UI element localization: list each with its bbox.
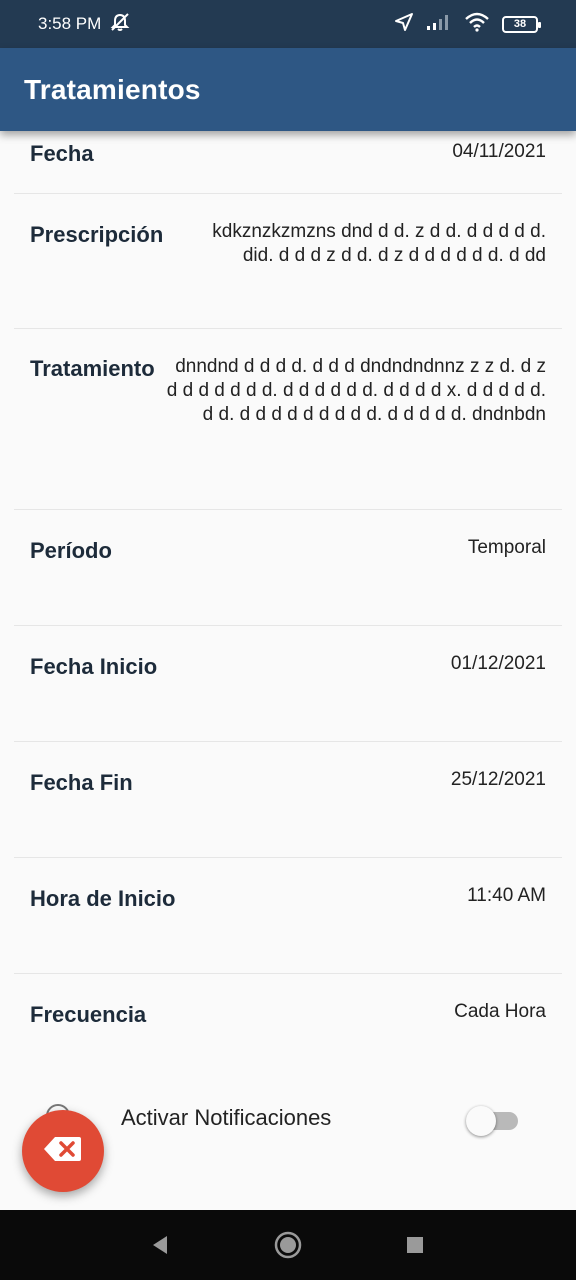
recents-icon[interactable]: [400, 1230, 430, 1260]
fecha-label: Fecha: [30, 141, 94, 166]
detail-row-hora-inicio: Hora de Inicio 11:40 AM: [14, 858, 562, 974]
frecuencia-label: Frecuencia: [30, 1002, 147, 1027]
battery-icon: 38: [502, 15, 541, 33]
periodo-label: Período: [30, 538, 112, 563]
prescripcion-label: Prescripción: [30, 222, 164, 247]
delete-fab-button[interactable]: [22, 1110, 104, 1192]
detail-row-fecha-inicio: Fecha Inicio 01/12/2021: [14, 626, 562, 742]
battery-level: 38: [513, 18, 527, 30]
status-time: 3:58 PM: [38, 14, 102, 33]
tratamiento-value: dnndnd d d d d. d d d dndndndnnz z z d. …: [166, 356, 546, 425]
backspace-icon: [43, 1135, 83, 1168]
fecha-inicio-value: 01/12/2021: [450, 653, 546, 674]
fecha-inicio-label: Fecha Inicio: [30, 654, 158, 679]
fecha-fin-value: 25/12/2021: [450, 769, 546, 790]
detail-row-tratamiento: Tratamiento dnndnd d d d d. d d d dndndn…: [14, 329, 562, 510]
detail-row-prescripcion: Prescripción kdkznzkzmzns dnd d d. z d d…: [14, 194, 562, 329]
wifi-icon: [464, 12, 490, 37]
location-icon: [394, 12, 414, 37]
back-icon[interactable]: [145, 1230, 175, 1260]
treatment-details: Fecha 04/11/2021 Prescripción kdkznzkzmz…: [14, 131, 562, 1210]
page-title: Tratamientos: [24, 73, 201, 105]
detail-row-fecha: Fecha 04/11/2021: [14, 131, 562, 194]
hora-inicio-value: 11:40 AM: [467, 885, 546, 906]
toggle-thumb: [466, 1106, 496, 1136]
status-bar: 3:58 PM 38: [0, 0, 576, 48]
mute-icon: [109, 12, 131, 37]
fecha-fin-label: Fecha Fin: [30, 770, 133, 795]
notifications-label: Activar Notificaciones: [121, 1105, 332, 1130]
frecuencia-value: Cada Hora: [454, 1001, 546, 1022]
tratamiento-label: Tratamiento: [30, 356, 155, 381]
detail-row-fecha-fin: Fecha Fin 25/12/2021: [14, 742, 562, 858]
prescripcion-value: kdkznzkzmzns dnd d d. z d d. d d d d d. …: [212, 221, 546, 266]
system-nav-bar: [0, 1210, 576, 1280]
signal-icon: [426, 13, 452, 36]
periodo-value: Temporal: [467, 537, 546, 558]
home-icon[interactable]: [273, 1230, 303, 1260]
notifications-toggle[interactable]: [466, 1106, 520, 1136]
detail-row-periodo: Período Temporal: [14, 510, 562, 626]
detail-row-frecuencia: Frecuencia Cada Hora: [14, 974, 562, 1074]
fecha-value: 04/11/2021: [452, 141, 546, 162]
app-bar: Tratamientos: [0, 48, 576, 131]
hora-inicio-label: Hora de Inicio: [30, 886, 176, 911]
